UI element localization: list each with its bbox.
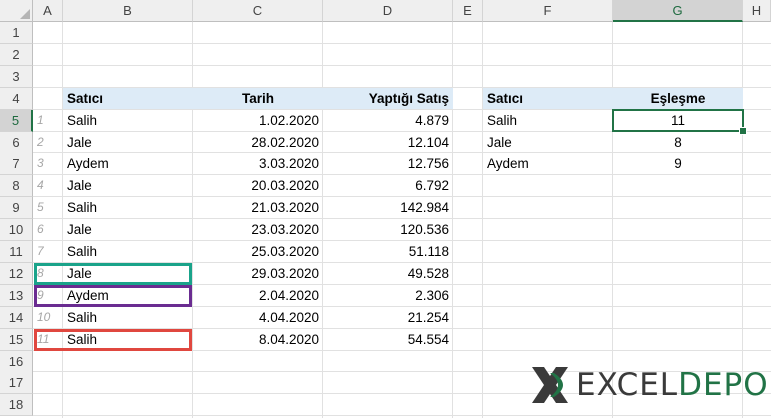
cell-lookup-seller[interactable]: Jale — [483, 132, 613, 153]
row-header-15[interactable]: 15 — [0, 328, 33, 351]
cell-date[interactable]: 1.02.2020 — [193, 110, 323, 131]
cell-date[interactable]: 20.03.2020 — [193, 175, 323, 196]
record-index[interactable]: 2 — [33, 132, 63, 153]
row-header-17[interactable]: 17 — [0, 372, 33, 395]
cell-sales[interactable]: 142.984 — [323, 197, 453, 218]
cell-date[interactable]: 21.03.2020 — [193, 197, 323, 218]
highlight-box-salih — [34, 329, 192, 351]
header-seller[interactable]: Satıcı — [63, 88, 193, 109]
cell-date[interactable]: 3.03.2020 — [193, 153, 323, 174]
exceldepo-logo: EXCELDEPO — [528, 362, 769, 408]
cell-seller[interactable]: Salih — [63, 307, 193, 328]
row-header-9[interactable]: 9 — [0, 197, 33, 220]
row-header-16[interactable]: 16 — [0, 350, 33, 373]
cell-sales[interactable]: 12.104 — [323, 132, 453, 153]
column-header-e[interactable]: E — [453, 0, 483, 22]
column-header-g[interactable]: G — [613, 0, 743, 22]
record-index[interactable]: 4 — [33, 175, 63, 196]
cell-match-count[interactable]: 9 — [613, 153, 743, 174]
cell-seller[interactable]: Jale — [63, 132, 193, 153]
cell-lookup-seller[interactable]: Aydem — [483, 153, 613, 174]
select-all-corner[interactable] — [0, 0, 33, 22]
record-index[interactable]: 5 — [33, 197, 63, 218]
cell-seller[interactable]: Aydem — [63, 153, 193, 174]
record-index[interactable]: 6 — [33, 219, 63, 240]
row-header-13[interactable]: 13 — [0, 284, 33, 307]
record-index[interactable]: 3 — [33, 153, 63, 174]
cell-date[interactable]: 25.03.2020 — [193, 241, 323, 262]
row-header-8[interactable]: 8 — [0, 175, 33, 198]
cell-date[interactable]: 8.04.2020 — [193, 329, 323, 350]
row-header-18[interactable]: 18 — [0, 394, 33, 417]
fill-handle[interactable] — [739, 127, 747, 135]
exceldepo-x-icon — [532, 367, 568, 403]
row-header-1[interactable]: 1 — [0, 22, 33, 44]
cell-sales[interactable]: 21.254 — [323, 307, 453, 328]
row-header-4[interactable]: 4 — [0, 87, 33, 110]
row-header-7[interactable]: 7 — [0, 153, 33, 176]
cell-date[interactable]: 2.04.2020 — [193, 285, 323, 306]
row-header-6[interactable]: 6 — [0, 131, 33, 154]
column-header-h[interactable]: H — [743, 0, 771, 22]
cell-seller[interactable]: Salih — [63, 110, 193, 131]
cell-seller[interactable]: Salih — [63, 241, 193, 262]
cell-sales[interactable]: 54.554 — [323, 329, 453, 350]
column-header-f[interactable]: F — [483, 0, 613, 22]
cell-sales[interactable]: 49.528 — [323, 263, 453, 284]
cell-sales[interactable]: 120.536 — [323, 219, 453, 240]
cell-sales[interactable]: 12.756 — [323, 153, 453, 174]
row-header-3[interactable]: 3 — [0, 65, 33, 88]
highlight-box-aydem — [34, 285, 192, 307]
cell-sales[interactable]: 6.792 — [323, 175, 453, 196]
logo-wordmark: EXCELDEPO — [576, 367, 769, 403]
row-header-11[interactable]: 11 — [0, 241, 33, 263]
cell-sales[interactable]: 2.306 — [323, 285, 453, 306]
cell-seller[interactable]: Jale — [63, 219, 193, 240]
header-date[interactable]: Tarih — [193, 88, 323, 109]
column-header-b[interactable]: B — [63, 0, 193, 22]
column-header-c[interactable]: C — [193, 0, 323, 22]
row-header-10[interactable]: 10 — [0, 219, 33, 242]
row-header-2[interactable]: 2 — [0, 43, 33, 66]
record-index[interactable]: 1 — [33, 110, 63, 131]
header-lookup-seller[interactable]: Satıcı — [483, 88, 613, 109]
cell-sales[interactable]: 51.118 — [323, 241, 453, 262]
record-index[interactable]: 7 — [33, 241, 63, 262]
cell-seller[interactable]: Salih — [63, 197, 193, 218]
highlight-box-jale — [34, 263, 192, 285]
gridline-horizontal — [33, 64, 771, 66]
gridline-vertical — [612, 22, 613, 418]
cell-sales[interactable]: 4.879 — [323, 110, 453, 131]
cell-match-count[interactable]: 8 — [613, 132, 743, 153]
gridline-horizontal — [33, 42, 771, 44]
gridline-vertical — [482, 22, 483, 418]
gridline-horizontal — [33, 415, 771, 417]
row-header-5[interactable]: 5 — [0, 109, 33, 132]
cell-date[interactable]: 4.04.2020 — [193, 307, 323, 328]
record-index[interactable]: 10 — [33, 307, 63, 328]
logo-text-depo: DEPO — [678, 367, 769, 403]
column-header-d[interactable]: D — [323, 0, 453, 22]
row-header-12[interactable]: 12 — [0, 262, 33, 285]
gridline-vertical — [742, 22, 743, 418]
cell-date[interactable]: 29.03.2020 — [193, 263, 323, 284]
cell-date[interactable]: 28.02.2020 — [193, 132, 323, 153]
cell-lookup-seller[interactable]: Salih — [483, 110, 613, 131]
cell-seller[interactable]: Jale — [63, 175, 193, 196]
header-match[interactable]: Eşleşme — [613, 88, 743, 109]
row-header-14[interactable]: 14 — [0, 306, 33, 329]
header-sales[interactable]: Yaptığı Satış — [323, 88, 453, 109]
column-header-a[interactable]: A — [33, 0, 63, 22]
cell-date[interactable]: 23.03.2020 — [193, 219, 323, 240]
logo-text-excel: EXCEL — [576, 367, 679, 403]
active-cell-selection[interactable] — [612, 109, 744, 132]
